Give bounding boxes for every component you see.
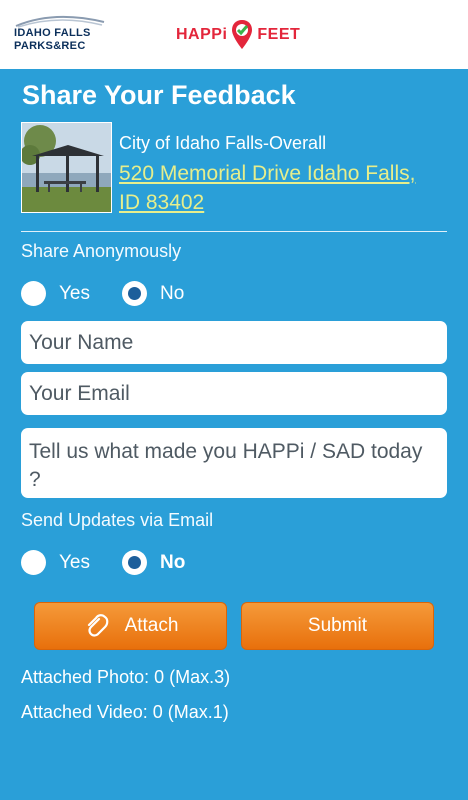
logo-line-2: PARKS&REC — [14, 40, 86, 52]
idaho-falls-parks-rec-logo: IDAHO FALLS PARKS&REC — [14, 12, 106, 56]
anonymous-no-label: No — [160, 282, 185, 304]
attach-button[interactable]: Attach — [34, 602, 227, 650]
place-name: City of Idaho Falls-Overall — [119, 133, 327, 153]
updates-yes-radio[interactable] — [21, 550, 46, 575]
location-check-icon — [232, 20, 253, 49]
anonymous-no-radio[interactable] — [122, 281, 147, 306]
park-photo — [21, 122, 112, 213]
anonymous-radio-group: Yes No — [21, 281, 184, 306]
anonymous-yes-radio[interactable] — [21, 281, 46, 306]
page-title: Share Your Feedback — [22, 80, 296, 110]
app-header: IDAHO FALLS PARKS&REC HAPPi FEET — [0, 0, 468, 69]
logo-happi-text: HAPPi — [176, 26, 228, 43]
place-address-link[interactable]: 520 Memorial Drive Idaho Falls, ID 83402 — [119, 159, 419, 217]
radio-selected-dot — [128, 556, 141, 569]
anonymous-yes-label: Yes — [59, 282, 90, 304]
attached-video-count: Attached Video: 0 (Max.1) — [21, 702, 229, 722]
attach-label: Attach — [124, 615, 179, 636]
logo-line-1: IDAHO FALLS — [14, 27, 91, 39]
updates-no-radio[interactable] — [122, 550, 147, 575]
email-input[interactable]: Your Email — [21, 372, 447, 415]
divider — [21, 231, 447, 232]
share-anonymously-label: Share Anonymously — [21, 241, 182, 261]
radio-selected-dot — [128, 287, 141, 300]
submit-label: Submit — [307, 615, 368, 636]
updates-no-label: No — [160, 551, 186, 573]
paperclip-icon — [87, 614, 108, 637]
feedback-textarea[interactable]: Tell us what made you HAPPi / SAD today … — [21, 428, 447, 498]
updates-radio-group: Yes No — [21, 550, 185, 575]
happi-feet-logo: HAPPi FEET — [176, 18, 300, 52]
attached-photo-count: Attached Photo: 0 (Max.3) — [21, 667, 231, 687]
name-input[interactable]: Your Name — [21, 321, 447, 364]
send-updates-label: Send Updates via Email — [21, 510, 214, 530]
updates-yes-label: Yes — [59, 551, 90, 573]
submit-button[interactable]: Submit — [241, 602, 434, 650]
logo-feet-text: FEET — [257, 26, 301, 43]
